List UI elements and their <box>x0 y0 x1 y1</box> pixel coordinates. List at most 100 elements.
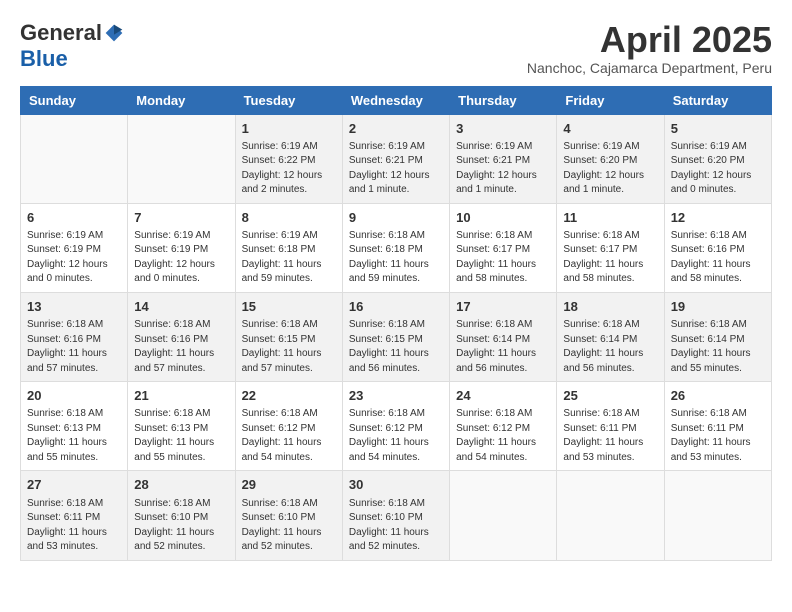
calendar-cell: 30Sunrise: 6:18 AM Sunset: 6:10 PM Dayli… <box>342 471 449 560</box>
day-number: 5 <box>671 120 765 138</box>
day-info: Sunrise: 6:18 AM Sunset: 6:15 PM Dayligh… <box>349 318 443 376</box>
day-info: Sunrise: 6:18 AM Sunset: 6:14 PM Dayligh… <box>563 318 657 376</box>
calendar-cell: 2 Sunrise: 6:19 AM Sunset: 6:21 PM Daylig… <box>342 114 449 203</box>
weekday-header-sunday: Sunday <box>21 86 128 114</box>
day-number: 3 <box>456 120 550 138</box>
logo: General Blue <box>20 20 124 72</box>
day-number: 15 <box>242 298 336 316</box>
day-number: 9 <box>349 209 443 227</box>
day-number: 2 <box>349 120 443 138</box>
day-number: 4 <box>563 120 657 138</box>
calendar-week-row: 6 Sunrise: 6:19 AM Sunset: 6:19 PM Daylig… <box>21 203 772 292</box>
day-info: Sunrise: 6:18 AM Sunset: 6:17 PM Dayligh… <box>456 229 550 287</box>
day-number: 28 <box>134 476 228 494</box>
day-number: 25 <box>563 387 657 405</box>
day-number: 12 <box>671 209 765 227</box>
day-info: Sunrise: 6:18 AM Sunset: 6:14 PM Dayligh… <box>456 318 550 376</box>
calendar-cell: 27 Sunrise: 6:18 AM Sunset: 6:11 PM Dayli… <box>21 471 128 560</box>
calendar-cell: 11 Sunrise: 6:18 AM Sunset: 6:17 PM Dayli… <box>557 203 664 292</box>
header: General Blue April 2025 Nanchoc, Cajamar… <box>20 20 772 76</box>
calendar-cell <box>450 471 557 560</box>
day-info: Sunrise: 6:19 AM Sunset: 6:20 PM Dayligh… <box>563 140 657 198</box>
day-info: Sunrise: 6:18 AM Sunset: 6:16 PM Dayligh… <box>671 229 765 287</box>
calendar-cell: 19 Sunrise: 6:18 AM Sunset: 6:14 PM Dayli… <box>664 292 771 381</box>
calendar-cell <box>557 471 664 560</box>
calendar-cell: 9Sunrise: 6:18 AM Sunset: 6:18 PM Daylig… <box>342 203 449 292</box>
calendar-week-row: 20 Sunrise: 6:18 AM Sunset: 6:13 PM Dayli… <box>21 382 772 471</box>
calendar-cell: 21Sunrise: 6:18 AM Sunset: 6:13 PM Dayli… <box>128 382 235 471</box>
logo-general-text: General <box>20 20 102 46</box>
day-info: Sunrise: 6:18 AM Sunset: 6:10 PM Dayligh… <box>134 497 228 555</box>
day-number: 21 <box>134 387 228 405</box>
weekday-header-wednesday: Wednesday <box>342 86 449 114</box>
weekday-header-tuesday: Tuesday <box>235 86 342 114</box>
day-number: 29 <box>242 476 336 494</box>
day-info: Sunrise: 6:18 AM Sunset: 6:17 PM Dayligh… <box>563 229 657 287</box>
day-number: 18 <box>563 298 657 316</box>
calendar-cell: 29 Sunrise: 6:18 AM Sunset: 6:10 PM Dayli… <box>235 471 342 560</box>
day-number: 17 <box>456 298 550 316</box>
day-info: Sunrise: 6:18 AM Sunset: 6:10 PM Dayligh… <box>242 497 336 555</box>
calendar-cell: 15 Sunrise: 6:18 AM Sunset: 6:15 PM Dayli… <box>235 292 342 381</box>
calendar-cell: 16 Sunrise: 6:18 AM Sunset: 6:15 PM Dayli… <box>342 292 449 381</box>
calendar-cell: 6 Sunrise: 6:19 AM Sunset: 6:19 PM Daylig… <box>21 203 128 292</box>
calendar-body: 1 Sunrise: 6:19 AM Sunset: 6:22 PM Daylig… <box>21 114 772 560</box>
day-info: Sunrise: 6:18 AM Sunset: 6:11 PM Dayligh… <box>27 497 121 555</box>
day-number: 7 <box>134 209 228 227</box>
calendar-cell: 26Sunrise: 6:18 AM Sunset: 6:11 PM Dayli… <box>664 382 771 471</box>
weekday-header-saturday: Saturday <box>664 86 771 114</box>
weekday-header-monday: Monday <box>128 86 235 114</box>
day-number: 24 <box>456 387 550 405</box>
month-title: April 2025 <box>527 20 772 60</box>
day-info: Sunrise: 6:18 AM Sunset: 6:11 PM Dayligh… <box>563 407 657 465</box>
day-number: 22 <box>242 387 336 405</box>
day-info: Sunrise: 6:19 AM Sunset: 6:20 PM Dayligh… <box>671 140 765 198</box>
calendar-cell: 7 Sunrise: 6:19 AM Sunset: 6:19 PM Daylig… <box>128 203 235 292</box>
calendar-cell: 17 Sunrise: 6:18 AM Sunset: 6:14 PM Dayli… <box>450 292 557 381</box>
day-info: Sunrise: 6:18 AM Sunset: 6:15 PM Dayligh… <box>242 318 336 376</box>
calendar-cell: 4 Sunrise: 6:19 AM Sunset: 6:20 PM Daylig… <box>557 114 664 203</box>
day-info: Sunrise: 6:18 AM Sunset: 6:11 PM Dayligh… <box>671 407 765 465</box>
day-info: Sunrise: 6:18 AM Sunset: 6:16 PM Dayligh… <box>134 318 228 376</box>
calendar-table: SundayMondayTuesdayWednesdayThursdayFrid… <box>20 86 772 561</box>
day-info: Sunrise: 6:19 AM Sunset: 6:22 PM Dayligh… <box>242 140 336 198</box>
day-info: Sunrise: 6:18 AM Sunset: 6:12 PM Dayligh… <box>349 407 443 465</box>
calendar-header-row: SundayMondayTuesdayWednesdayThursdayFrid… <box>21 86 772 114</box>
calendar-cell: 3Sunrise: 6:19 AM Sunset: 6:21 PM Daylig… <box>450 114 557 203</box>
calendar-cell: 22Sunrise: 6:18 AM Sunset: 6:12 PM Dayli… <box>235 382 342 471</box>
day-number: 1 <box>242 120 336 138</box>
calendar-week-row: 1 Sunrise: 6:19 AM Sunset: 6:22 PM Daylig… <box>21 114 772 203</box>
calendar-cell <box>664 471 771 560</box>
day-info: Sunrise: 6:19 AM Sunset: 6:19 PM Dayligh… <box>134 229 228 287</box>
calendar-week-row: 27 Sunrise: 6:18 AM Sunset: 6:11 PM Dayli… <box>21 471 772 560</box>
calendar-cell: 5 Sunrise: 6:19 AM Sunset: 6:20 PM Daylig… <box>664 114 771 203</box>
day-number: 19 <box>671 298 765 316</box>
day-info: Sunrise: 6:19 AM Sunset: 6:21 PM Dayligh… <box>349 140 443 198</box>
calendar-cell: 12 Sunrise: 6:18 AM Sunset: 6:16 PM Dayli… <box>664 203 771 292</box>
day-number: 6 <box>27 209 121 227</box>
calendar-cell: 8 Sunrise: 6:19 AM Sunset: 6:18 PM Daylig… <box>235 203 342 292</box>
day-info: Sunrise: 6:19 AM Sunset: 6:18 PM Dayligh… <box>242 229 336 287</box>
calendar-cell: 20 Sunrise: 6:18 AM Sunset: 6:13 PM Dayli… <box>21 382 128 471</box>
logo-blue-text: Blue <box>20 46 68 72</box>
calendar-cell: 23Sunrise: 6:18 AM Sunset: 6:12 PM Dayli… <box>342 382 449 471</box>
day-info: Sunrise: 6:19 AM Sunset: 6:19 PM Dayligh… <box>27 229 121 287</box>
weekday-header-friday: Friday <box>557 86 664 114</box>
day-number: 8 <box>242 209 336 227</box>
calendar-cell <box>128 114 235 203</box>
calendar-cell: 1 Sunrise: 6:19 AM Sunset: 6:22 PM Daylig… <box>235 114 342 203</box>
calendar-cell: 10Sunrise: 6:18 AM Sunset: 6:17 PM Dayli… <box>450 203 557 292</box>
title-area: April 2025 Nanchoc, Cajamarca Department… <box>527 20 772 76</box>
day-info: Sunrise: 6:18 AM Sunset: 6:14 PM Dayligh… <box>671 318 765 376</box>
day-number: 16 <box>349 298 443 316</box>
location-title: Nanchoc, Cajamarca Department, Peru <box>527 60 772 76</box>
calendar-cell <box>21 114 128 203</box>
day-info: Sunrise: 6:18 AM Sunset: 6:13 PM Dayligh… <box>27 407 121 465</box>
day-number: 30 <box>349 476 443 494</box>
day-number: 20 <box>27 387 121 405</box>
day-number: 27 <box>27 476 121 494</box>
day-info: Sunrise: 6:18 AM Sunset: 6:12 PM Dayligh… <box>456 407 550 465</box>
day-info: Sunrise: 6:18 AM Sunset: 6:16 PM Dayligh… <box>27 318 121 376</box>
calendar-week-row: 13Sunrise: 6:18 AM Sunset: 6:16 PM Dayli… <box>21 292 772 381</box>
day-number: 11 <box>563 209 657 227</box>
